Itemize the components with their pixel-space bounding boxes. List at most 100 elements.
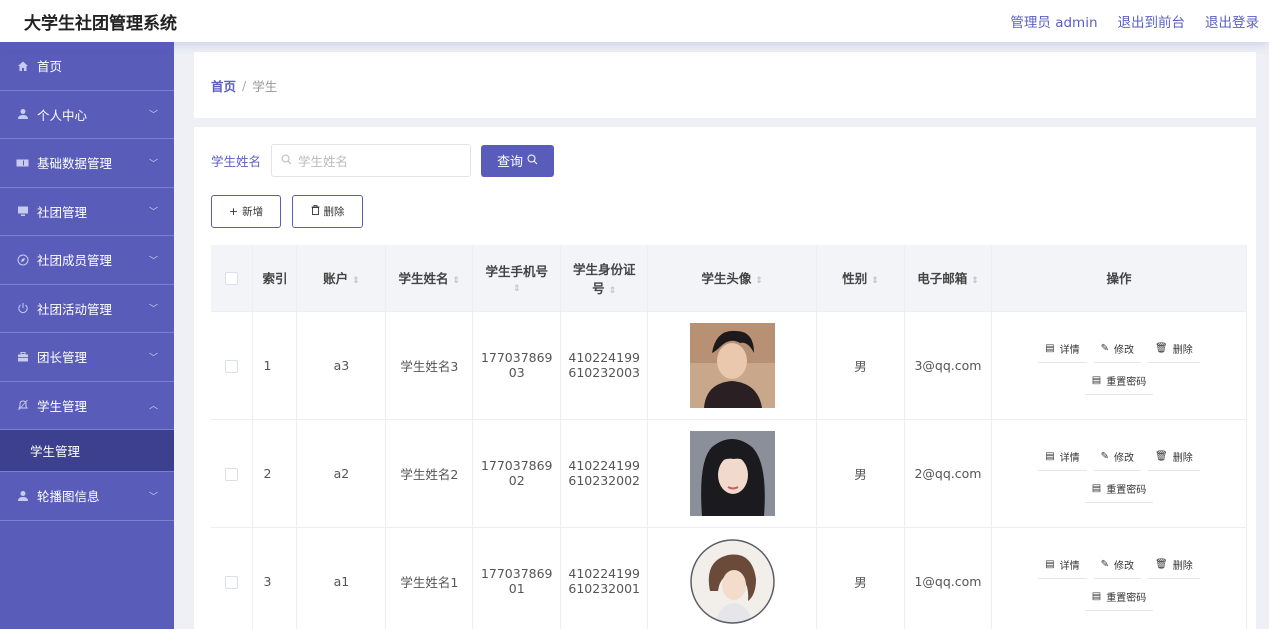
document-icon: ▤ bbox=[1045, 451, 1055, 462]
sort-icon[interactable]: ⇕ bbox=[352, 276, 360, 286]
row-checkbox[interactable] bbox=[225, 359, 239, 373]
document-icon: ▤ bbox=[1091, 375, 1102, 386]
search-input[interactable]: 学生姓名 bbox=[271, 144, 472, 177]
row-select-cell[interactable] bbox=[211, 527, 254, 629]
chevron-down-icon: ﹀ bbox=[148, 304, 158, 315]
home-icon bbox=[16, 59, 29, 72]
sidebar-item-club-members[interactable]: 社团成员管理 ﹀ bbox=[0, 236, 174, 285]
sort-icon[interactable]: ⇕ bbox=[609, 286, 617, 296]
reset-password-button[interactable]: ▤ 重置密码 bbox=[1084, 475, 1154, 503]
header-account-label: 账户 bbox=[323, 271, 349, 287]
delete-label: 删除 bbox=[1172, 453, 1193, 464]
detail-button[interactable]: ▤ 详情 bbox=[1038, 551, 1087, 579]
cell-avatar bbox=[647, 311, 818, 420]
chevron-down-icon: ﹀ bbox=[148, 207, 158, 218]
table-row: 1 a3 学生姓名3 177037869 03 410224199 61023200… bbox=[211, 311, 1248, 420]
header-email[interactable]: 电子邮箱 ⇕ bbox=[904, 245, 992, 312]
cell-name: 学生姓名2 bbox=[385, 419, 474, 528]
detail-button[interactable]: ▤ 详情 bbox=[1038, 335, 1087, 363]
user-icon bbox=[16, 108, 29, 121]
row-select-cell[interactable] bbox=[211, 419, 254, 528]
breadcrumb-separator: / bbox=[242, 77, 247, 93]
edit-button[interactable]: ✎ 修改 bbox=[1093, 443, 1142, 471]
detail-label: 详情 bbox=[1059, 345, 1080, 356]
sidebar-item-label: 基础数据管理 bbox=[37, 156, 113, 172]
reset-label: 重置密码 bbox=[1106, 593, 1147, 604]
sidebar-item-profile[interactable]: 个人中心 ﹀ bbox=[0, 91, 174, 139]
table-header-row: 索引 账户 ⇕ 学生姓名 ⇕ 学生手机号 ⇕ 学生身份证号 ⇕ 学生头像 ⇕ 性别 ⇕ 电子… bbox=[211, 245, 1248, 312]
app-title: 大学生社团管理系统 bbox=[24, 13, 177, 34]
sidebar-item-base-data[interactable]: 基础数据管理 ﹀ bbox=[0, 139, 174, 188]
sidebar-item-club[interactable]: 社团管理 ﹀ bbox=[0, 188, 174, 236]
cell-ops: ▤ 详情 ✎ 修改 🗑 删除 ▤ 重置密码 bbox=[991, 311, 1248, 420]
delete-button[interactable]: 删除 bbox=[292, 195, 363, 228]
cell-phone-line1: 177037869 bbox=[480, 566, 553, 581]
chevron-down-icon: ﹀ bbox=[148, 353, 158, 364]
detail-button[interactable]: ▤ 详情 bbox=[1038, 443, 1087, 471]
edit-icon: ✎ bbox=[1100, 343, 1110, 354]
plus-icon: + bbox=[228, 205, 239, 218]
delete-row-button[interactable]: 🗑 删除 bbox=[1148, 335, 1200, 363]
search-placeholder: 学生姓名 bbox=[298, 154, 349, 169]
reset-label: 重置密码 bbox=[1106, 377, 1147, 388]
monitor-icon bbox=[16, 205, 29, 218]
header-name[interactable]: 学生姓名 ⇕ bbox=[385, 245, 474, 312]
cell-phone: 177037869 03 bbox=[472, 311, 562, 420]
cell-phone: 177037869 01 bbox=[472, 527, 562, 629]
breadcrumb-home[interactable]: 首页 bbox=[211, 76, 236, 95]
reset-password-button[interactable]: ▤ 重置密码 bbox=[1084, 367, 1154, 395]
sort-icon[interactable]: ⇕ bbox=[871, 276, 879, 286]
sort-icon[interactable]: ⇕ bbox=[755, 276, 763, 286]
header-account[interactable]: 账户 ⇕ bbox=[296, 245, 387, 312]
delete-row-button[interactable]: 🗑 删除 bbox=[1148, 443, 1200, 471]
header-index-label: 索引 bbox=[262, 271, 288, 287]
cell-email: 2@qq.com bbox=[904, 419, 992, 528]
row-checkbox[interactable] bbox=[225, 575, 239, 589]
header-avatar[interactable]: 学生头像 ⇕ bbox=[647, 245, 818, 312]
sidebar-item-leaders[interactable]: 团长管理 ﹀ bbox=[0, 333, 174, 382]
sidebar-item-club-activities[interactable]: 社团活动管理 ﹀ bbox=[0, 285, 174, 333]
sidebar-item-carousel[interactable]: 轮播图信息 ﹀ bbox=[0, 472, 174, 521]
sidebar-subitem-student-management[interactable]: 学生管理 bbox=[0, 430, 174, 472]
sidebar-item-home[interactable]: 首页 bbox=[0, 42, 174, 91]
edit-button[interactable]: ✎ 修改 bbox=[1093, 335, 1142, 363]
select-all-cell[interactable] bbox=[211, 245, 254, 312]
action-row: + 新增 删除 bbox=[211, 195, 363, 228]
select-all-checkbox[interactable] bbox=[225, 272, 239, 286]
edit-button[interactable]: ✎ 修改 bbox=[1093, 551, 1142, 579]
chevron-down-icon: ﹀ bbox=[148, 256, 158, 267]
cell-email: 1@qq.com bbox=[904, 527, 992, 629]
chevron-down-icon: ﹀ bbox=[148, 492, 158, 503]
reset-password-button[interactable]: ▤ 重置密码 bbox=[1084, 583, 1154, 611]
sort-icon[interactable]: ⇕ bbox=[453, 276, 461, 286]
sort-icon[interactable]: ⇕ bbox=[971, 276, 979, 286]
header-gender[interactable]: 性别 ⇕ bbox=[816, 245, 905, 312]
table-row: 3 a1 学生姓名1 177037869 01 410224199 61023200… bbox=[211, 527, 1248, 629]
bell-icon bbox=[16, 399, 29, 412]
header-phone[interactable]: 学生手机号 ⇕ bbox=[472, 245, 562, 312]
edit-label: 修改 bbox=[1114, 345, 1135, 356]
sort-icon[interactable]: ⇕ bbox=[473, 284, 560, 294]
row-checkbox[interactable] bbox=[225, 467, 239, 481]
trash-icon bbox=[311, 205, 320, 218]
back-to-front-link[interactable]: 退出到前台 bbox=[1118, 11, 1186, 31]
sidebar-item-label: 社团管理 bbox=[37, 204, 88, 220]
header-idcard-label-2: 号 bbox=[592, 280, 605, 296]
cell-idcard-line2: 610232002 bbox=[568, 473, 640, 488]
row-select-cell[interactable] bbox=[211, 311, 254, 420]
sidebar-item-students[interactable]: 学生管理 ︿ bbox=[0, 382, 174, 430]
search-icon bbox=[281, 154, 292, 168]
add-button[interactable]: + 新增 bbox=[211, 195, 281, 228]
delete-row-button[interactable]: 🗑 删除 bbox=[1148, 551, 1200, 579]
user-icon bbox=[16, 489, 29, 502]
logout-link[interactable]: 退出登录 bbox=[1205, 11, 1259, 31]
cell-idcard: 410224199 610232003 bbox=[560, 311, 649, 420]
avatar bbox=[689, 538, 775, 624]
search-button[interactable]: 查询 bbox=[481, 144, 555, 177]
breadcrumb-current: 学生 bbox=[252, 78, 278, 94]
sidebar-item-label: 个人中心 bbox=[37, 107, 88, 123]
admin-link[interactable]: 管理员 admin bbox=[1010, 11, 1097, 31]
top-bar: 大学生社团管理系统 管理员 admin 退出到前台 退出登录 bbox=[0, 0, 1269, 42]
header-idcard[interactable]: 学生身份证号 ⇕ bbox=[560, 245, 649, 312]
sidebar-item-label: 首页 bbox=[37, 59, 63, 75]
